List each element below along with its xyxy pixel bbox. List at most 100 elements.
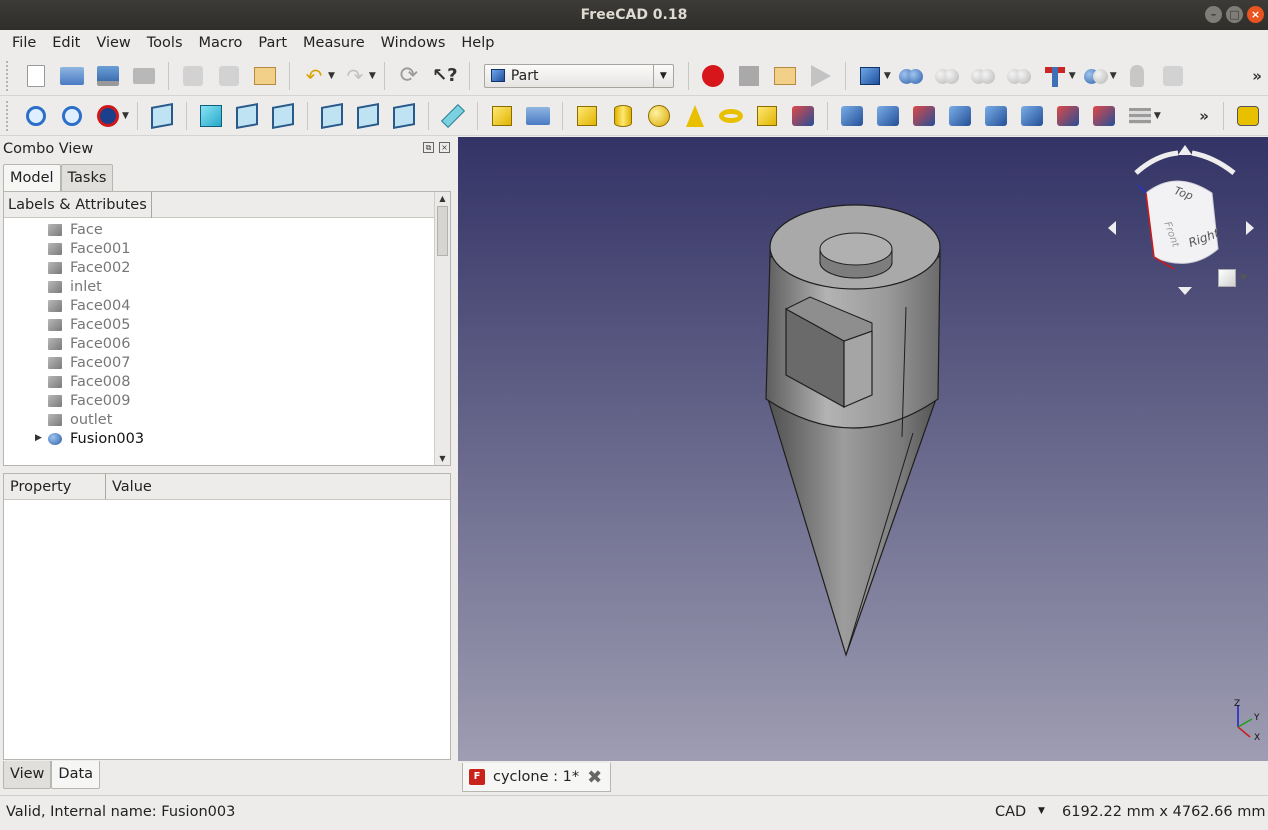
tree-item-face001[interactable]: Face001 xyxy=(48,239,130,258)
open-button[interactable] xyxy=(58,62,86,90)
section-button[interactable] xyxy=(1126,102,1154,130)
draw-style-button[interactable] xyxy=(94,102,122,130)
tree-item-face006[interactable]: Face006 xyxy=(48,334,130,353)
minimize-button[interactable]: – xyxy=(1205,6,1222,23)
tree-item-face009[interactable]: Face009 xyxy=(48,391,130,410)
fillet-button[interactable] xyxy=(946,102,974,130)
macro-run-button[interactable] xyxy=(807,62,835,90)
view-isometric-button[interactable] xyxy=(148,102,176,130)
loft-button[interactable] xyxy=(1090,102,1118,130)
tree-item-face007[interactable]: Face007 xyxy=(48,353,130,372)
menu-part[interactable]: Part xyxy=(250,30,295,56)
tree-item-face005[interactable]: Face005 xyxy=(48,315,130,334)
cube-button[interactable] xyxy=(573,102,601,130)
split-button[interactable] xyxy=(1082,62,1110,90)
copy-button[interactable] xyxy=(215,62,243,90)
workbench-selector[interactable]: Part ▼ xyxy=(483,63,674,88)
view-rear-button[interactable] xyxy=(318,102,346,130)
expand-arrow-icon[interactable]: ▶ xyxy=(35,433,42,443)
common-button[interactable] xyxy=(1005,62,1033,90)
navcube-menu-cube-icon[interactable] xyxy=(1218,269,1236,287)
tab-tasks[interactable]: Tasks xyxy=(60,164,114,192)
view-left-button[interactable] xyxy=(390,102,418,130)
maximize-button[interactable]: □ xyxy=(1226,6,1243,23)
shape-builder-button[interactable] xyxy=(789,102,817,130)
menu-file[interactable]: File xyxy=(4,30,44,56)
view-top-button[interactable] xyxy=(233,102,261,130)
tree-item-inlet[interactable]: inlet xyxy=(48,277,102,296)
create-part-button[interactable] xyxy=(488,102,516,130)
toolbar2-overflow-button[interactable]: » xyxy=(1199,107,1209,125)
tree-scrollbar[interactable]: ▲ ▼ xyxy=(434,192,450,465)
refresh-button[interactable]: ⟳ xyxy=(395,62,423,90)
tree-item-outlet[interactable]: outlet xyxy=(48,410,112,429)
tree-item-face008[interactable]: Face008 xyxy=(48,372,130,391)
menu-macro[interactable]: Macro xyxy=(191,30,251,56)
mirror-button[interactable] xyxy=(910,102,938,130)
tree-item-face002[interactable]: Face002 xyxy=(48,258,130,277)
scroll-up-icon[interactable]: ▲ xyxy=(437,194,448,203)
tree-column-header[interactable]: Labels & Attributes xyxy=(4,192,152,218)
close-icon[interactable]: ✖ xyxy=(587,767,602,788)
navigation-cube[interactable]: Top Right Front ▼ xyxy=(1106,145,1256,305)
view-bottom-button[interactable] xyxy=(354,102,382,130)
float-panel-button[interactable]: ⧉ xyxy=(423,142,434,153)
undo-button[interactable]: ↶ xyxy=(300,62,328,90)
tab-data[interactable]: Data xyxy=(51,761,101,789)
navigation-style-selector[interactable]: CAD xyxy=(995,804,1026,820)
split-dropdown-arrow[interactable]: ▼ xyxy=(1110,71,1117,81)
menu-tools[interactable]: Tools xyxy=(139,30,191,56)
chevron-down-icon[interactable]: ▼ xyxy=(1038,806,1045,816)
view-front-button[interactable] xyxy=(197,102,225,130)
cylinder-button[interactable] xyxy=(609,102,637,130)
measure-linear-button[interactable] xyxy=(1234,102,1262,130)
toolbar1-overflow-button[interactable]: » xyxy=(1252,67,1262,85)
part-view-dropdown-arrow[interactable]: ▼ xyxy=(884,71,891,81)
tree-item-face004[interactable]: Face004 xyxy=(48,296,130,315)
view-right-button[interactable] xyxy=(269,102,297,130)
fuse-button[interactable] xyxy=(969,62,997,90)
cut-boolean-button[interactable] xyxy=(933,62,961,90)
create-group-button[interactable] xyxy=(524,102,552,130)
close-window-button[interactable]: × xyxy=(1247,6,1264,23)
check-geometry-button[interactable] xyxy=(1159,62,1187,90)
join-features-button[interactable] xyxy=(1041,62,1069,90)
print-button[interactable] xyxy=(130,62,158,90)
scroll-thumb[interactable] xyxy=(437,206,448,256)
tab-model[interactable]: Model xyxy=(3,164,61,192)
join-dropdown-arrow[interactable]: ▼ xyxy=(1069,71,1076,81)
sphere-button[interactable] xyxy=(645,102,673,130)
fit-selection-button[interactable] xyxy=(58,102,86,130)
primitives-button[interactable] xyxy=(753,102,781,130)
value-column-header[interactable]: Value xyxy=(106,474,450,499)
new-document-button[interactable] xyxy=(22,62,50,90)
draw-style-dropdown-arrow[interactable]: ▼ xyxy=(122,111,129,121)
whats-this-button[interactable]: ↖? xyxy=(431,62,459,90)
chamfer-button[interactable] xyxy=(982,102,1010,130)
toolbar-grip[interactable] xyxy=(6,60,12,91)
macro-stop-button[interactable] xyxy=(735,62,763,90)
paste-button[interactable] xyxy=(251,62,279,90)
macro-edit-button[interactable] xyxy=(771,62,799,90)
menu-help[interactable]: Help xyxy=(453,30,502,56)
save-button[interactable] xyxy=(94,62,122,90)
scroll-down-icon[interactable]: ▼ xyxy=(437,454,448,463)
menu-windows[interactable]: Windows xyxy=(373,30,454,56)
menu-view[interactable]: View xyxy=(88,30,138,56)
section-dropdown-arrow[interactable]: ▼ xyxy=(1154,111,1161,121)
menu-measure[interactable]: Measure xyxy=(295,30,373,56)
3d-viewport[interactable]: Top Right Front ▼ Z Y X xyxy=(458,137,1268,761)
make-face-button[interactable] xyxy=(1018,102,1046,130)
toolbar-grip[interactable] xyxy=(6,100,12,131)
extrude-button[interactable] xyxy=(838,102,866,130)
navcube-menu-arrow-icon[interactable]: ▼ xyxy=(1240,273,1247,283)
fit-all-button[interactable] xyxy=(22,102,50,130)
torus-button[interactable] xyxy=(717,102,745,130)
cut-button[interactable] xyxy=(179,62,207,90)
ruled-surface-button[interactable] xyxy=(1054,102,1082,130)
compound-button[interactable] xyxy=(1123,62,1151,90)
undo-dropdown-arrow[interactable]: ▼ xyxy=(328,71,335,81)
tree-item-fusion003[interactable]: Fusion003 xyxy=(48,429,144,448)
revolve-button[interactable] xyxy=(874,102,902,130)
cone-button[interactable] xyxy=(681,102,709,130)
